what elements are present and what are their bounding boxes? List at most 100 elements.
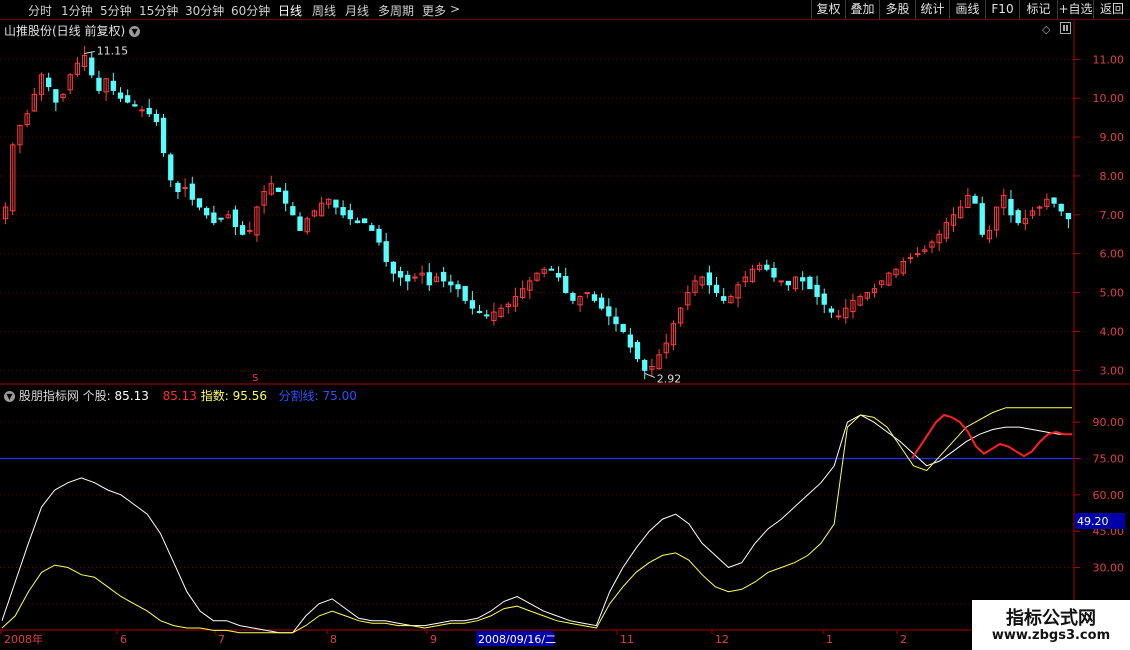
watermark: 指标公式网 www.zbgs3.com	[972, 600, 1130, 650]
candle	[484, 314, 490, 317]
candle	[96, 77, 102, 91]
candle	[412, 276, 418, 279]
candle	[239, 225, 246, 235]
candle	[361, 218, 368, 224]
candle	[333, 199, 339, 208]
candle	[548, 268, 555, 271]
index-line	[1, 407, 1072, 634]
candle	[469, 300, 476, 309]
candle	[563, 276, 569, 294]
candle	[218, 217, 224, 220]
candle	[354, 220, 361, 224]
x-axis-label: 8	[330, 633, 337, 646]
candle	[821, 293, 827, 305]
candle	[785, 280, 791, 286]
indicator-tick-label: 75.00	[1093, 453, 1125, 466]
candle	[713, 284, 720, 294]
candle	[53, 89, 59, 103]
indicator-header: ▼ 股朋指标网 个股: 85.13 85.13 指数: 95.56 分割线: 7…	[4, 387, 357, 404]
candle	[232, 209, 239, 227]
candle	[132, 104, 138, 107]
candle	[448, 281, 454, 286]
candle	[146, 107, 152, 115]
candle	[46, 77, 52, 88]
candle	[807, 276, 813, 290]
divider-value: 75.00	[322, 389, 357, 403]
candle	[620, 324, 626, 332]
candle	[89, 57, 95, 76]
diamond-icon[interactable]: ◇	[1042, 23, 1050, 36]
x-axis-label: 6	[120, 633, 127, 646]
chevron-down-icon[interactable]: ▼	[129, 26, 141, 37]
x-axis-label: 9	[430, 633, 437, 646]
selected-date: 2008/09/16/二	[478, 633, 556, 646]
price-tick-label: 3.00	[1100, 364, 1125, 377]
candle	[907, 257, 914, 260]
candle	[275, 187, 282, 193]
candle	[1008, 198, 1014, 216]
price-tick-label: 9.00	[1100, 131, 1125, 144]
candle	[397, 271, 404, 278]
price-tick-label: 10.00	[1093, 92, 1125, 105]
x-axis-label: 7	[218, 633, 225, 646]
candle	[211, 212, 217, 224]
candle	[555, 273, 562, 278]
candle	[153, 113, 160, 123]
price-tick-label: 8.00	[1100, 170, 1125, 183]
candle-layer	[2, 45, 1072, 380]
price-tick-label: 6.00	[1100, 248, 1125, 261]
candle	[455, 284, 461, 290]
candle	[110, 80, 116, 91]
candle	[591, 294, 598, 301]
candle	[1065, 212, 1072, 220]
candle	[764, 264, 770, 270]
stock-line	[1, 414, 1072, 634]
panel-maximize-icon[interactable]	[1060, 22, 1071, 34]
candle	[1058, 203, 1064, 212]
stock-value: 85.13	[114, 389, 149, 403]
candle	[196, 198, 203, 208]
candle	[800, 277, 806, 282]
candle	[634, 341, 641, 360]
candle	[1051, 197, 1057, 204]
red-overlay-line	[911, 413, 1072, 460]
index-value: 95.56	[232, 389, 267, 403]
candle	[771, 267, 777, 278]
low-marker-label: 2.92	[657, 372, 682, 385]
candle	[390, 261, 397, 274]
candle	[914, 253, 921, 256]
price-panel-header: 山推股份(日线 前复权) ▼	[4, 22, 141, 39]
candle	[125, 95, 131, 103]
candle	[814, 284, 820, 297]
indicator-name: 股朋指标网	[18, 389, 79, 403]
candle	[204, 207, 210, 216]
candle	[627, 334, 634, 348]
candle	[283, 190, 289, 204]
axis-layer	[0, 20, 1130, 634]
indicator-tick-label: 60.00	[1093, 489, 1125, 502]
candle	[721, 296, 727, 301]
candle	[139, 109, 145, 112]
indicator-layer	[0, 407, 1074, 634]
candle	[706, 272, 713, 286]
candle	[117, 92, 124, 99]
candle	[383, 241, 389, 262]
candle	[584, 292, 590, 295]
stock-title: 山推股份(日线 前复权)	[4, 24, 126, 38]
candle	[189, 183, 195, 200]
high-marker-label: 11.15	[97, 44, 129, 57]
candle	[297, 216, 303, 231]
candle	[642, 359, 648, 371]
candle	[476, 310, 483, 313]
candle	[376, 228, 382, 243]
indicator-tick-label: 90.00	[1093, 416, 1125, 429]
chevron-down-icon[interactable]: ▼	[4, 391, 15, 402]
candle	[613, 316, 619, 325]
candle	[778, 280, 784, 283]
candle	[160, 117, 167, 154]
candle	[1015, 210, 1021, 224]
stock-label: 个股:	[82, 389, 111, 403]
candle	[175, 182, 181, 193]
price-tick-label: 4.00	[1100, 325, 1125, 338]
candle	[347, 210, 353, 220]
